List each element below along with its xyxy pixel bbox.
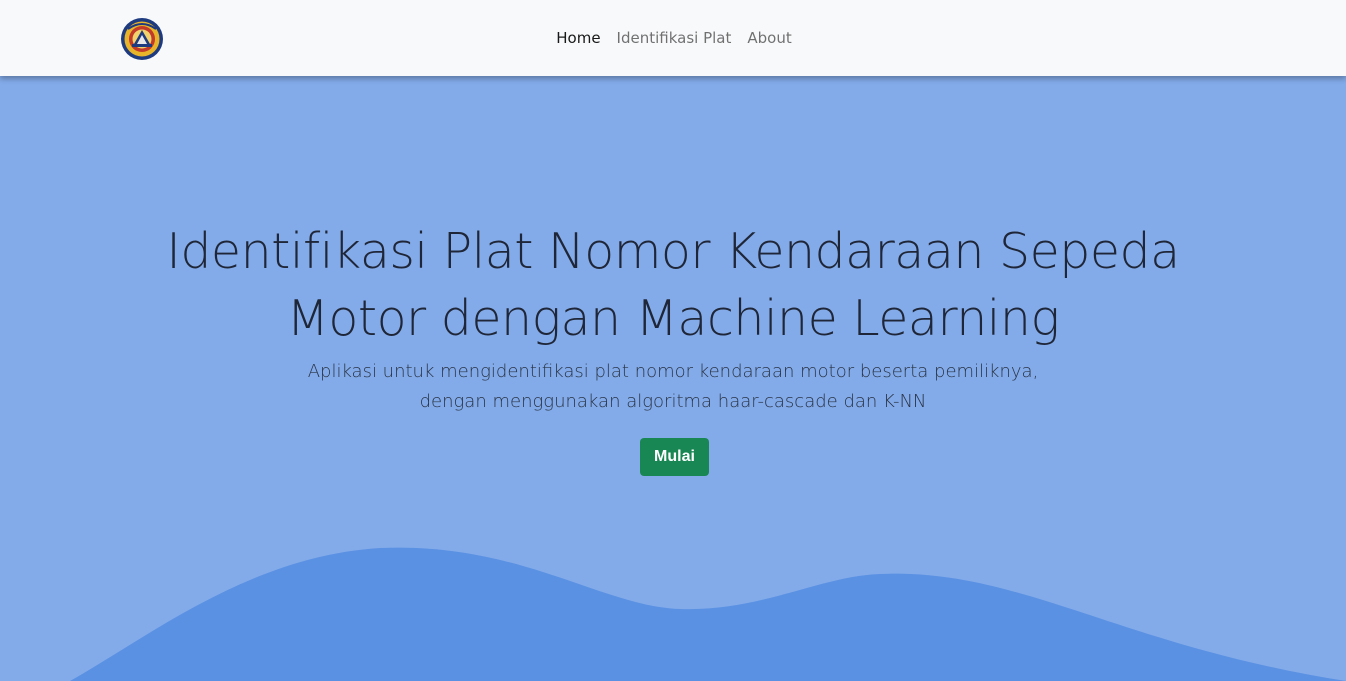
nav-link-identifikasi-plat[interactable]: Identifikasi Plat [617, 28, 732, 48]
subtitle-line-1: Aplikasi untuk mengidentifikasi plat nom… [307, 361, 1039, 382]
page-subtitle: Aplikasi untuk mengidentifikasi plat nom… [300, 357, 1046, 417]
nav-menu: Home Identifikasi Plat About [0, 28, 1346, 48]
nav-link-home[interactable]: Home [556, 28, 600, 48]
title-line-1: Identifikasi Plat Nomor Kendaraan Sepeda [166, 223, 1180, 280]
navbar: Home Identifikasi Plat About [0, 0, 1346, 76]
page-title: Identifikasi Plat Nomor Kendaraan Sepeda… [150, 218, 1196, 352]
hero-section: Identifikasi Plat Nomor Kendaraan Sepeda… [0, 76, 1346, 681]
title-line-2: Motor dengan Machine Learning [286, 290, 1060, 347]
nav-link-about[interactable]: About [747, 28, 791, 48]
start-button[interactable]: Mulai [640, 438, 709, 476]
subtitle-line-2: dengan menggunakan algoritma haar-cascad… [419, 391, 927, 412]
